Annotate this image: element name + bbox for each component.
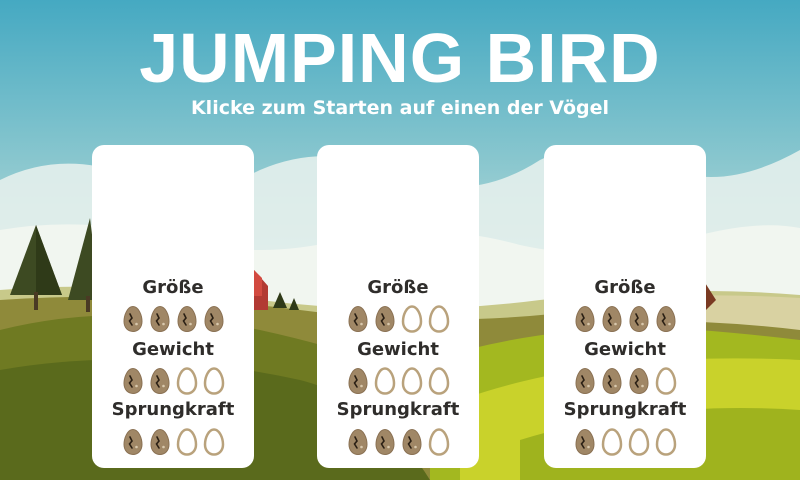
- egg-empty-icon: [401, 367, 422, 395]
- egg-empty-icon: [203, 367, 224, 395]
- stat-label-weight: Gewicht: [132, 339, 214, 360]
- bird-card-1[interactable]: Größe Gewicht Sprungkraft: [92, 145, 254, 468]
- egg-filled-icon: [122, 428, 143, 456]
- stat-label-size: Größe: [594, 277, 656, 298]
- stat-label-size: Größe: [142, 277, 204, 298]
- egg-filled-icon: [149, 367, 170, 395]
- egg-empty-icon: [401, 305, 422, 333]
- stat-label-weight: Gewicht: [357, 339, 439, 360]
- egg-empty-icon: [176, 367, 197, 395]
- egg-empty-icon: [601, 428, 622, 456]
- stat-rating-jump: [544, 428, 706, 456]
- egg-filled-icon: [628, 367, 649, 395]
- stat-rating-weight: [92, 367, 254, 395]
- egg-filled-icon: [176, 305, 197, 333]
- stat-label-jump: Sprungkraft: [111, 399, 235, 420]
- egg-filled-icon: [655, 305, 676, 333]
- game-subtitle: Klicke zum Starten auf einen der Vögel: [190, 97, 610, 119]
- stat-rating-size: [544, 305, 706, 333]
- bird-card-3[interactable]: Größe Gewicht Sprungkraft: [544, 145, 706, 468]
- egg-filled-icon: [628, 305, 649, 333]
- stat-rating-size: [92, 305, 254, 333]
- egg-empty-icon: [374, 367, 395, 395]
- stat-label-jump: Sprungkraft: [336, 399, 460, 420]
- stat-rating-weight: [544, 367, 706, 395]
- egg-empty-icon: [628, 428, 649, 456]
- stat-rating-jump: [92, 428, 254, 456]
- egg-filled-icon: [601, 367, 622, 395]
- stat-rating-size: [317, 305, 479, 333]
- egg-filled-icon: [122, 367, 143, 395]
- egg-empty-icon: [203, 428, 224, 456]
- stat-rating-jump: [317, 428, 479, 456]
- stat-rating-weight: [317, 367, 479, 395]
- egg-filled-icon: [203, 305, 224, 333]
- stat-label-jump: Sprungkraft: [563, 399, 687, 420]
- egg-filled-icon: [347, 428, 368, 456]
- stat-label-size: Größe: [367, 277, 429, 298]
- egg-filled-icon: [149, 428, 170, 456]
- egg-empty-icon: [428, 367, 449, 395]
- egg-filled-icon: [374, 305, 395, 333]
- stat-label-weight: Gewicht: [584, 339, 666, 360]
- egg-filled-icon: [401, 428, 422, 456]
- egg-empty-icon: [655, 367, 676, 395]
- egg-filled-icon: [347, 305, 368, 333]
- egg-filled-icon: [574, 428, 595, 456]
- game-title: JUMPING BIRD: [139, 19, 661, 97]
- egg-filled-icon: [374, 428, 395, 456]
- egg-empty-icon: [176, 428, 197, 456]
- egg-empty-icon: [428, 305, 449, 333]
- egg-filled-icon: [347, 367, 368, 395]
- bird-card-2[interactable]: Größe Gewicht Sprungkraft: [317, 145, 479, 468]
- egg-empty-icon: [428, 428, 449, 456]
- egg-filled-icon: [601, 305, 622, 333]
- egg-filled-icon: [574, 305, 595, 333]
- egg-empty-icon: [655, 428, 676, 456]
- egg-filled-icon: [122, 305, 143, 333]
- egg-filled-icon: [149, 305, 170, 333]
- egg-filled-icon: [574, 367, 595, 395]
